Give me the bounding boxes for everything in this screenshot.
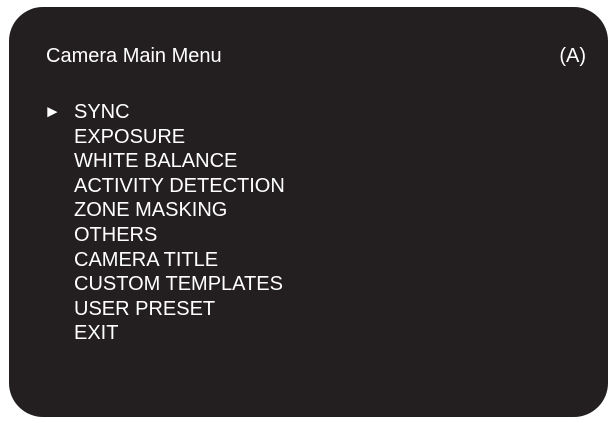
menu-item-zone-masking[interactable]: ► ZONE MASKING <box>44 198 285 223</box>
menu-item-label: OTHERS <box>74 223 158 246</box>
cursor-arrow-icon: ► <box>44 102 61 121</box>
menu-item-activity-detection[interactable]: ► ACTIVITY DETECTION <box>44 174 285 199</box>
mode-indicator: (A) <box>559 45 586 67</box>
menu-item-label: USER PRESET <box>74 297 216 320</box>
menu-header: Camera Main Menu (A) <box>37 43 586 69</box>
menu-item-sync[interactable]: ► SYNC <box>44 100 285 125</box>
menu-item-label: EXIT <box>74 322 119 345</box>
menu-item-label: CAMERA TITLE <box>74 248 219 271</box>
menu-item-exposure[interactable]: ► EXPOSURE <box>44 125 285 150</box>
menu-item-custom-templates[interactable]: ► CUSTOM TEMPLATES <box>44 272 285 297</box>
menu-item-label: ZONE MASKING <box>74 199 228 222</box>
menu-item-label: EXPOSURE <box>74 125 186 148</box>
menu-item-label: WHITE BALANCE <box>74 150 238 173</box>
menu-item-label: SYNC <box>74 101 130 123</box>
menu-item-exit[interactable]: ► EXIT <box>44 321 285 346</box>
menu-title: Camera Main Menu <box>46 45 222 67</box>
menu-item-user-preset[interactable]: ► USER PRESET <box>44 297 285 322</box>
camera-osd-screen: Camera Main Menu (A) ► SYNC ► EXPOSURE ►… <box>9 7 608 417</box>
menu-item-camera-title[interactable]: ► CAMERA TITLE <box>44 248 285 273</box>
menu-item-label: ACTIVITY DETECTION <box>74 174 285 197</box>
main-menu-list: ► SYNC ► EXPOSURE ► WHITE BALANCE ► ACTI… <box>44 100 285 346</box>
menu-item-label: CUSTOM TEMPLATES <box>74 273 283 296</box>
menu-item-white-balance[interactable]: ► WHITE BALANCE <box>44 149 285 174</box>
menu-item-others[interactable]: ► OTHERS <box>44 223 285 248</box>
